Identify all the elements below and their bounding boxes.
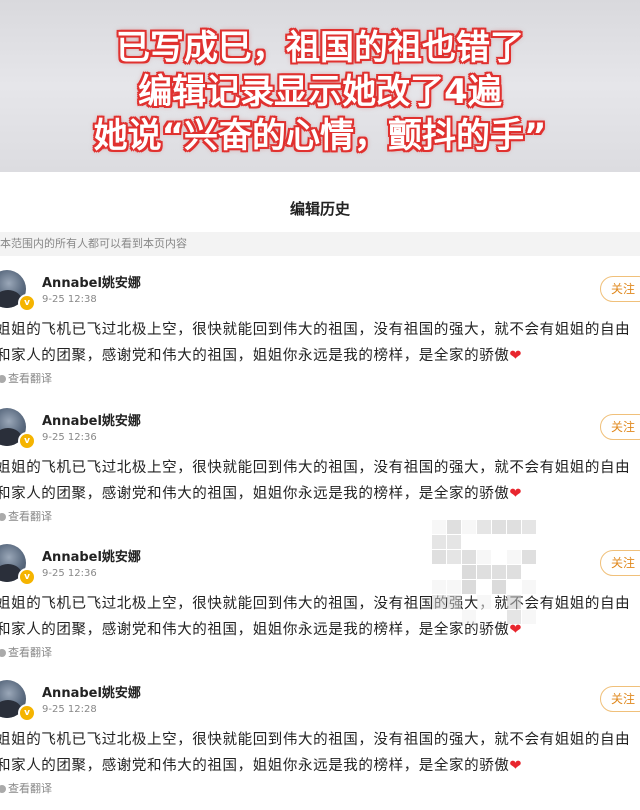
edit-history-entry: v Annabel姚安娜 9-25 12:36 关注 姐姐的飞机已飞过北极上空，…	[0, 408, 640, 538]
caption-line-2: 编辑记录显示她改了4遍	[138, 72, 502, 112]
verified-badge-icon: v	[18, 432, 36, 450]
translate-label[interactable]: 查看翻译	[8, 646, 52, 659]
page-title: 编辑历史	[289, 200, 350, 218]
post-text-line-2: 和家人的团聚，感谢党和伟大的祖国，姐姐你永远是我的榜样，是全家的骄傲❤	[0, 754, 522, 775]
post-text-line-1: 姐姐的飞机已飞过北极上空，很快就能回到伟大的祖国，没有祖国的强大，就不会有姐姐的…	[0, 596, 631, 612]
heart-icon: ❤	[509, 622, 523, 638]
follow-button[interactable]: 关注	[600, 414, 640, 440]
translate-label[interactable]: 查看翻译	[8, 782, 52, 795]
username[interactable]: Annabel姚安娜	[42, 272, 141, 291]
username[interactable]: Annabel姚安娜	[42, 546, 141, 565]
heart-icon: ❤	[509, 486, 523, 502]
translate-label[interactable]: 查看翻译	[8, 372, 52, 385]
caption-line-1: 已写成巳，祖国的祖也错了	[116, 28, 524, 68]
heart-icon: ❤	[509, 348, 523, 364]
translate-link[interactable]: 查看翻译	[0, 370, 52, 386]
post-text-line-2-text: 和家人的团聚，感谢党和伟大的祖国，姐姐你永远是我的榜样，是全家的骄傲	[0, 348, 510, 364]
translate-label[interactable]: 查看翻译	[8, 510, 52, 523]
timestamp: 9-25 12:28	[42, 704, 97, 715]
verified-badge-icon: v	[18, 704, 36, 722]
caption-banner: 已写成巳，祖国的祖也错了 编辑记录显示她改了4遍 她说“兴奋的心情，颤抖的手”	[0, 0, 640, 172]
post-text-line-2-text: 和家人的团聚，感谢党和伟大的祖国，姐姐你永远是我的榜样，是全家的骄傲	[0, 758, 510, 774]
follow-button[interactable]: 关注	[600, 550, 640, 576]
post-text-line-2: 和家人的团聚，感谢党和伟大的祖国，姐姐你永远是我的榜样，是全家的骄傲❤	[0, 618, 522, 639]
verified-badge-icon: v	[18, 568, 36, 586]
edit-history-entry: v Annabel姚安娜 9-25 12:28 关注 姐姐的飞机已飞过北极上空，…	[0, 680, 640, 810]
translate-icon	[0, 375, 6, 383]
edit-history-entry: v Annabel姚安娜 9-25 12:38 关注 姐姐的飞机已飞过北极上空，…	[0, 270, 640, 400]
post-text-line-2-text: 和家人的团聚，感谢党和伟大的祖国，姐姐你永远是我的榜样，是全家的骄傲	[0, 622, 510, 638]
post-text-line-1: 姐姐的飞机已飞过北极上空，很快就能回到伟大的祖国，没有祖国的强大，就不会有姐姐的…	[0, 322, 631, 338]
translate-icon	[0, 785, 6, 793]
edit-history-entry: v Annabel姚安娜 9-25 12:36 关注 姐姐的飞机已飞过北极上空，…	[0, 544, 640, 674]
follow-button[interactable]: 关注	[600, 276, 640, 302]
timestamp: 9-25 12:38	[42, 294, 97, 305]
timestamp: 9-25 12:36	[42, 432, 97, 443]
username[interactable]: Annabel姚安娜	[42, 410, 141, 429]
post-text-line-1: 姐姐的飞机已飞过北极上空，很快就能回到伟大的祖国，没有祖国的强大，就不会有姐姐的…	[0, 732, 631, 748]
caption-line-3: 她说“兴奋的心情，颤抖的手”	[93, 116, 547, 156]
verified-badge-icon: v	[18, 294, 36, 312]
translate-icon	[0, 513, 6, 521]
post-text-line-2: 和家人的团聚，感谢党和伟大的祖国，姐姐你永远是我的榜样，是全家的骄傲❤	[0, 344, 522, 365]
translate-link[interactable]: 查看翻译	[0, 508, 52, 524]
visibility-notice: 本范围内的所有人都可以看到本页内容	[0, 232, 640, 256]
post-text-line-2-text: 和家人的团聚，感谢党和伟大的祖国，姐姐你永远是我的榜样，是全家的骄傲	[0, 486, 510, 502]
heart-icon: ❤	[509, 758, 523, 774]
follow-button[interactable]: 关注	[600, 686, 640, 712]
translate-link[interactable]: 查看翻译	[0, 644, 52, 660]
post-text-line-2: 和家人的团聚，感谢党和伟大的祖国，姐姐你永远是我的榜样，是全家的骄傲❤	[0, 482, 522, 503]
timestamp: 9-25 12:36	[42, 568, 97, 579]
translate-icon	[0, 649, 6, 657]
translate-link[interactable]: 查看翻译	[0, 780, 52, 796]
username[interactable]: Annabel姚安娜	[42, 682, 141, 701]
post-text-line-1: 姐姐的飞机已飞过北极上空，很快就能回到伟大的祖国，没有祖国的强大，就不会有姐姐的…	[0, 460, 631, 476]
